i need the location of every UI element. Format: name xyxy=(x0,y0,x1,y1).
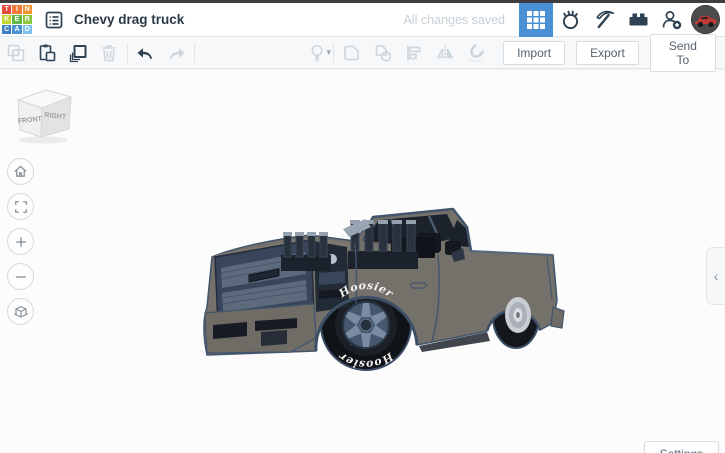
dashboard-grid-icon[interactable] xyxy=(519,2,553,37)
group-icon[interactable] xyxy=(336,37,367,69)
chevron-left-icon: ‹ xyxy=(713,268,719,284)
copy-icon[interactable] xyxy=(0,37,31,69)
duplicate-icon[interactable] xyxy=(62,37,93,69)
logo-cell: I xyxy=(12,4,22,14)
view-cube[interactable]: FRONT RIGHT xyxy=(9,85,75,150)
logo-cell: K xyxy=(2,14,12,25)
avatar[interactable] xyxy=(691,5,720,34)
add-person-icon[interactable] xyxy=(655,3,689,37)
paw-icon[interactable] xyxy=(553,3,587,37)
logo-cell: R xyxy=(22,14,32,25)
pickaxe-icon[interactable] xyxy=(587,3,621,37)
panel-collapse-handle[interactable]: ‹ xyxy=(706,247,725,305)
paste-icon[interactable] xyxy=(31,37,62,69)
design-title[interactable]: Chevy drag truck xyxy=(74,12,184,27)
mirror-icon[interactable] xyxy=(430,37,461,69)
import-button[interactable]: Import xyxy=(503,40,566,65)
home-icon[interactable] xyxy=(7,158,34,185)
document-list-icon[interactable] xyxy=(42,8,66,32)
toolbar-separator xyxy=(333,42,334,63)
tinkercad-logo[interactable]: T I N K E R C A D xyxy=(0,3,34,37)
model-truck[interactable]: Hoosier Hoosier xyxy=(195,195,570,380)
view-nav-column xyxy=(7,158,34,325)
zoom-in-icon[interactable] xyxy=(7,228,34,255)
undo-icon[interactable] xyxy=(130,37,161,69)
settings-button[interactable]: Settings xyxy=(643,441,719,453)
ungroup-icon[interactable] xyxy=(367,37,398,69)
orthographic-view-icon[interactable] xyxy=(7,298,34,325)
export-button[interactable]: Export xyxy=(576,40,639,65)
align-icon[interactable] xyxy=(398,37,429,69)
logo-cell: C xyxy=(2,25,12,35)
fit-view-icon[interactable] xyxy=(7,193,34,220)
redo-icon[interactable] xyxy=(161,37,192,69)
chevron-down-icon[interactable]: ▾ xyxy=(326,47,331,58)
logo-cell: N xyxy=(22,4,32,14)
logo-cell: D xyxy=(22,25,32,35)
edit-toolbar: ▾ Import Export Send To xyxy=(0,33,725,72)
delete-icon[interactable] xyxy=(94,37,125,69)
front-bumper xyxy=(204,303,317,354)
app-header: T I N K E R C A D Chevy drag truck All c… xyxy=(0,2,725,37)
rear-rim xyxy=(505,297,531,333)
logo-cell: E xyxy=(12,14,22,25)
logo-cell: A xyxy=(12,25,22,35)
logo-cell: T xyxy=(2,4,12,14)
save-status: All changes saved xyxy=(403,12,505,27)
toolbar-separator xyxy=(194,42,196,63)
toolbar-separator xyxy=(126,42,128,63)
workplane-canvas[interactable]: FRONT RIGHT Hoosier Hoosier ‹ xyxy=(0,69,725,453)
zoom-out-icon[interactable] xyxy=(7,263,34,290)
brick-icon[interactable] xyxy=(621,3,655,37)
send-to-button[interactable]: Send To xyxy=(649,33,716,72)
magnet-icon[interactable] xyxy=(461,37,492,69)
